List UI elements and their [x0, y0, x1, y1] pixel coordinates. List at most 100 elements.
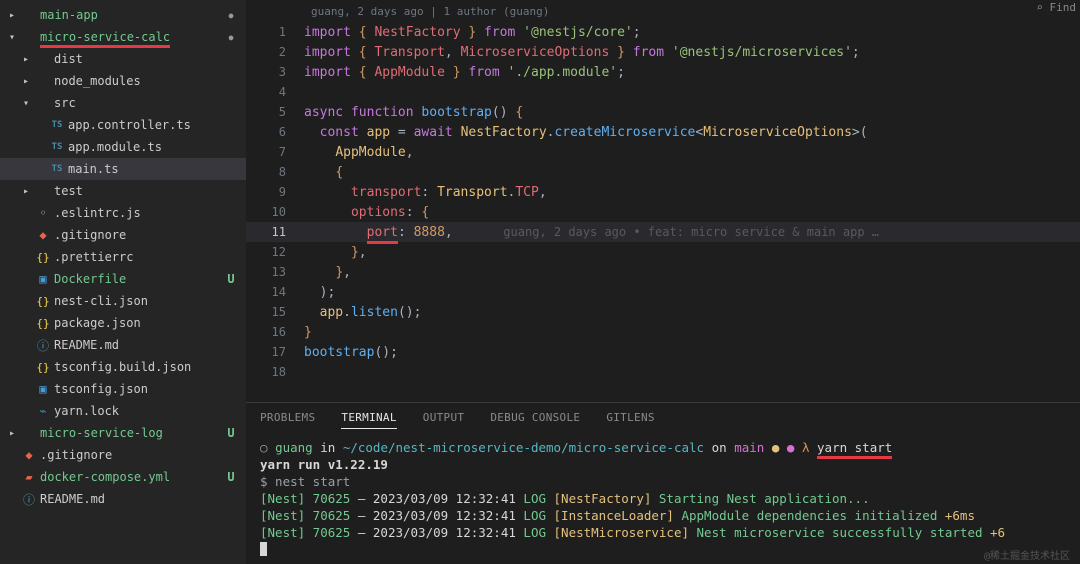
tree-item-main-ts[interactable]: TSmain.ts — [0, 158, 246, 180]
tree-item-label: tsconfig.build.json — [54, 360, 238, 374]
tree-item-label: .gitignore — [40, 448, 238, 462]
tree-item-tsconfig-json[interactable]: ▣tsconfig.json — [0, 378, 246, 400]
code-line[interactable]: 8 { — [246, 162, 1080, 182]
code-line[interactable]: 3import { AppModule } from './app.module… — [246, 62, 1080, 82]
code-line[interactable]: 15 app.listen(); — [246, 302, 1080, 322]
tree-item-app-module-ts[interactable]: TSapp.module.ts — [0, 136, 246, 158]
tree-item-dist[interactable]: ▸ dist — [0, 48, 246, 70]
editor-area: guang, 2 days ago | 1 author (guang) 1im… — [246, 0, 1080, 564]
tree-item-label: micro-service-calc — [40, 30, 224, 44]
file-icon: ◆ — [20, 448, 38, 462]
file-icon: ◦ — [34, 206, 52, 220]
tree-item-label: app.controller.ts — [68, 118, 238, 132]
code-line[interactable]: 7 AppModule, — [246, 142, 1080, 162]
panel-tab-terminal[interactable]: TERMINAL — [341, 411, 396, 429]
tree-item-readme-md[interactable]: ⓘREADME.md — [0, 334, 246, 356]
file-icon: ◆ — [34, 228, 52, 242]
line-number: 12 — [246, 245, 304, 259]
panel-tab-debug-console[interactable]: DEBUG CONSOLE — [490, 411, 580, 429]
tree-item-label: .eslintrc.js — [54, 206, 238, 220]
tree-item-micro-service-log[interactable]: ▸micro-service-logU — [0, 422, 246, 444]
tree-item-label: main.ts — [68, 162, 238, 176]
code-content: transport: Transport.TCP, — [304, 185, 547, 200]
file-icon: ▣ — [34, 272, 52, 286]
code-line[interactable]: 11 port: 8888, guang, 2 days ago • feat:… — [246, 222, 1080, 242]
tree-item-dockerfile[interactable]: ▣DockerfileU — [0, 268, 246, 290]
line-number: 16 — [246, 325, 304, 339]
tree-item-label: main-app — [40, 8, 224, 22]
tree-item--prettierrc[interactable]: {}.prettierrc — [0, 246, 246, 268]
code-content: port: 8888, guang, 2 days ago • feat: mi… — [304, 225, 879, 240]
terminal-line: $ nest start — [260, 473, 1066, 490]
tree-item-src[interactable]: ▾src — [0, 92, 246, 114]
code-line[interactable]: 5async function bootstrap() { — [246, 102, 1080, 122]
tree-item-docker-compose-yml[interactable]: ▰docker-compose.ymlU — [0, 466, 246, 488]
chevron-icon: ▸ — [18, 76, 34, 87]
code-content: { — [304, 165, 343, 180]
line-number: 17 — [246, 345, 304, 359]
code-line[interactable]: 2import { Transport, MicroserviceOptions… — [246, 42, 1080, 62]
tree-item-label: Dockerfile — [54, 272, 224, 286]
code-line[interactable]: 4 — [246, 82, 1080, 102]
tree-item-readme-md[interactable]: ⓘREADME.md — [0, 488, 246, 510]
line-number: 8 — [246, 165, 304, 179]
code-content: import { AppModule } from './app.module'… — [304, 65, 625, 80]
line-number: 15 — [246, 305, 304, 319]
terminal-line: [Nest] 70625 – 2023/03/09 12:32:41 LOG [… — [260, 507, 1066, 524]
code-content: }, — [304, 245, 367, 260]
panel-tab-output[interactable]: OUTPUT — [423, 411, 465, 429]
panel-tab-problems[interactable]: PROBLEMS — [260, 411, 315, 429]
tree-item-label: nest-cli.json — [54, 294, 238, 308]
code-content: }, — [304, 265, 351, 280]
tree-item-micro-service-calc[interactable]: ▾micro-service-calc● — [0, 26, 246, 48]
line-number: 11 — [246, 225, 304, 239]
terminal-cursor — [260, 541, 1066, 558]
tree-item-label: README.md — [40, 492, 238, 506]
line-number: 2 — [246, 45, 304, 59]
tree-item-label: tsconfig.json — [54, 382, 238, 396]
tree-item-node_modules[interactable]: ▸node_modules — [0, 70, 246, 92]
code-line[interactable]: 6 const app = await NestFactory.createMi… — [246, 122, 1080, 142]
line-number: 13 — [246, 265, 304, 279]
file-icon: {} — [34, 361, 52, 374]
file-icon: {} — [34, 251, 52, 264]
tree-item--gitignore[interactable]: ◆.gitignore — [0, 224, 246, 246]
git-status-badge: U — [224, 470, 238, 484]
terminal-output[interactable]: ○ guang in ~/code/nest-microservice-demo… — [246, 435, 1080, 564]
line-number: 4 — [246, 85, 304, 99]
line-number: 14 — [246, 285, 304, 299]
code-content: app.listen(); — [304, 305, 421, 320]
tree-item--eslintrc-js[interactable]: ◦.eslintrc.js — [0, 202, 246, 224]
tree-item-package-json[interactable]: {}package.json — [0, 312, 246, 334]
tree-item-nest-cli-json[interactable]: {}nest-cli.json — [0, 290, 246, 312]
chevron-icon: ▸ — [18, 54, 34, 65]
file-icon: TS — [48, 120, 66, 130]
code-content: bootstrap(); — [304, 345, 398, 360]
code-content: AppModule, — [304, 145, 414, 160]
code-line[interactable]: 9 transport: Transport.TCP, — [246, 182, 1080, 202]
tree-item-tsconfig-build-json[interactable]: {}tsconfig.build.json — [0, 356, 246, 378]
tree-item-main-app[interactable]: ▸main-app● — [0, 4, 246, 26]
git-status-badge: U — [224, 426, 238, 440]
code-content: } — [304, 325, 312, 340]
code-editor[interactable]: 1import { NestFactory } from '@nestjs/co… — [246, 20, 1080, 402]
code-line[interactable]: 18 — [246, 362, 1080, 382]
code-line[interactable]: 1import { NestFactory } from '@nestjs/co… — [246, 22, 1080, 42]
tree-item-label: dist — [54, 52, 238, 66]
code-line[interactable]: 14 ); — [246, 282, 1080, 302]
code-line[interactable]: 17bootstrap(); — [246, 342, 1080, 362]
tree-item-test[interactable]: ▸test — [0, 180, 246, 202]
code-line[interactable]: 10 options: { — [246, 202, 1080, 222]
tree-item-yarn-lock[interactable]: ⌁yarn.lock — [0, 400, 246, 422]
line-number: 18 — [246, 365, 304, 379]
code-line[interactable]: 13 }, — [246, 262, 1080, 282]
code-content: import { NestFactory } from '@nestjs/cor… — [304, 25, 641, 40]
chevron-icon: ▸ — [4, 10, 20, 21]
panel-tab-gitlens[interactable]: GITLENS — [606, 411, 654, 429]
code-content: const app = await NestFactory.createMicr… — [304, 125, 868, 140]
tree-item--gitignore[interactable]: ◆.gitignore — [0, 444, 246, 466]
tree-item-app-controller-ts[interactable]: TSapp.controller.ts — [0, 114, 246, 136]
code-line[interactable]: 12 }, — [246, 242, 1080, 262]
code-line[interactable]: 16} — [246, 322, 1080, 342]
line-number: 3 — [246, 65, 304, 79]
